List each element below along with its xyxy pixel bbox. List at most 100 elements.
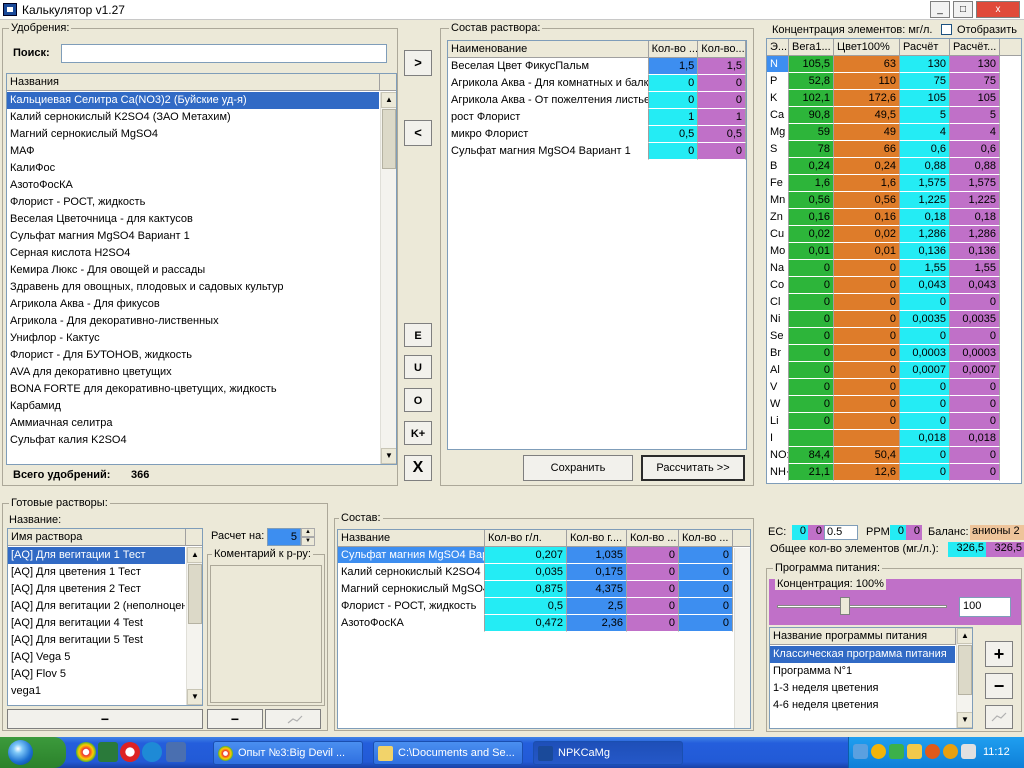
comment-textarea[interactable]	[210, 565, 322, 703]
table-row[interactable]: Mg 59 49 4 4	[767, 124, 1021, 141]
concentration-table-header[interactable]: Э... Вега1... Цвет100% Расчёт Расчёт...	[767, 39, 1021, 56]
button-o[interactable]: O	[404, 388, 432, 412]
remove-ready-solution-button[interactable]: −	[7, 709, 203, 729]
list-item[interactable]: Веселая Цветочница - для кактусов	[7, 211, 379, 228]
conc-cell-element[interactable]: Na	[767, 260, 789, 277]
conc-cell-flower[interactable]: 50,4	[834, 447, 900, 464]
comp-cell-q3[interactable]: 0	[627, 598, 679, 615]
table-row[interactable]: Cl 0 0 0 0	[767, 294, 1021, 311]
conc-cell-calc[interactable]: 0,0003	[900, 345, 950, 362]
conc-cell-calc2[interactable]: 0	[950, 294, 1000, 311]
table-row[interactable]: Li 0 0 0 0	[767, 413, 1021, 430]
conc-cell-vega[interactable]: 0	[789, 345, 834, 362]
conc-cell-vega[interactable]: 0,02	[789, 226, 834, 243]
conc-cell-calc[interactable]: 0,043	[900, 277, 950, 294]
opera-icon[interactable]	[120, 742, 140, 762]
conc-cell-flower[interactable]: 0	[834, 362, 900, 379]
conc-cell-element[interactable]: Se	[767, 328, 789, 345]
table-row[interactable]: B 0,24 0,24 0,88 0,88	[767, 158, 1021, 175]
conc-cell-calc[interactable]: 0	[900, 413, 950, 430]
list-item[interactable]: [AQ] Для вегитации 2 (неполноцен	[8, 598, 185, 615]
comp-cell-name[interactable]: АзотоФосКА	[338, 615, 485, 632]
calculate-button[interactable]: Рассчитать >>	[641, 455, 745, 481]
table-row[interactable]: Флорист - РОСТ, жидкость 0,5 2,5 0 0	[338, 598, 750, 615]
conc-cell-element[interactable]: W	[767, 396, 789, 413]
solution-col-qty2[interactable]: Кол-во...	[698, 41, 746, 57]
conc-col-calc[interactable]: Расчёт	[900, 39, 950, 55]
conc-cell-calc[interactable]: 1,575	[900, 175, 950, 192]
list-item[interactable]: Агрикола - Для декоративно-лиственных	[7, 313, 379, 330]
scroll-down-arrow-icon[interactable]: ▼	[381, 448, 396, 464]
conc-cell-vega[interactable]: 21,1	[789, 464, 834, 481]
solution-cell-name[interactable]: микро Флорист	[448, 126, 649, 143]
conc-cell-element[interactable]: Fe	[767, 175, 789, 192]
conc-cell-flower[interactable]: 0	[834, 413, 900, 430]
conc-cell-vega[interactable]: 0	[789, 311, 834, 328]
conc-cell-vega[interactable]: 0	[789, 379, 834, 396]
list-item[interactable]: Сульфат калия K2SO4	[7, 432, 379, 449]
conc-cell-calc[interactable]: 1,286	[900, 226, 950, 243]
fertilizer-list-header-name[interactable]: Названия	[7, 74, 380, 90]
conc-cell-element[interactable]: NO:	[767, 447, 789, 464]
conc-cell-calc2[interactable]: 4	[950, 124, 1000, 141]
composition-scrollbar[interactable]	[734, 548, 750, 728]
scroll-thumb[interactable]	[382, 109, 396, 169]
conc-cell-calc[interactable]: 5	[900, 107, 950, 124]
solution-cell-qty2[interactable]: 0	[698, 143, 746, 160]
ready-solutions-list[interactable]: Имя раствора [AQ] Для вегитации 1 Тест [A…	[7, 528, 203, 706]
task-npkcamg[interactable]: NPKCaMg	[533, 741, 683, 765]
scroll-up-arrow-icon[interactable]: ▲	[957, 628, 972, 644]
table-row[interactable]: K 102,1 172,6 105 105	[767, 90, 1021, 107]
program-list-header-name[interactable]: Название программы питания	[770, 628, 956, 644]
list-item[interactable]: Серная кислота H2SO4	[7, 245, 379, 262]
comp-col-q4[interactable]: Кол-во ...	[679, 530, 733, 546]
comp-cell-name[interactable]: Флорист - РОСТ, жидкость	[338, 598, 485, 615]
conc-cell-vega[interactable]: 102,1	[789, 90, 834, 107]
spinner-down-icon[interactable]: ▼	[301, 537, 315, 546]
table-row[interactable]: Na 0 0 1,55 1,55	[767, 260, 1021, 277]
tray-app-icon[interactable]	[871, 744, 886, 759]
conc-cell-element[interactable]: Zn	[767, 209, 789, 226]
conc-cell-flower[interactable]	[834, 430, 900, 447]
conc-cell-calc[interactable]: 75	[900, 73, 950, 90]
scroll-up-arrow-icon[interactable]: ▲	[187, 547, 202, 563]
conc-col-vega[interactable]: Вега1...	[789, 39, 834, 55]
conc-cell-flower[interactable]: 0,01	[834, 243, 900, 260]
table-row[interactable]: Агрикола Аква - Для комнатных и балк 0 0	[448, 75, 746, 92]
solution-cell-qty2[interactable]: 1,5	[698, 58, 746, 75]
close-button[interactable]: x	[976, 1, 1020, 18]
fertilizer-list-scrollbar[interactable]: ▲ ▼	[380, 92, 396, 464]
conc-cell-flower[interactable]: 0	[834, 311, 900, 328]
conc-cell-flower[interactable]: 49	[834, 124, 900, 141]
comp-cell-gl[interactable]: 0,472	[485, 615, 567, 632]
list-item[interactable]: Калий сернокислый K2SO4 (ЗАО Метахим)	[7, 109, 379, 126]
conc-cell-element[interactable]: B	[767, 158, 789, 175]
conc-col-calc2[interactable]: Расчёт...	[950, 39, 1000, 55]
conc-cell-element[interactable]: NH·	[767, 464, 789, 481]
comp-cell-q4[interactable]: 0	[679, 581, 733, 598]
conc-cell-element[interactable]: S	[767, 141, 789, 158]
conc-cell-calc2[interactable]: 0,0035	[950, 311, 1000, 328]
conc-cell-calc2[interactable]: 1,225	[950, 192, 1000, 209]
network-icon[interactable]	[853, 744, 868, 759]
conc-cell-vega[interactable]: 0	[789, 413, 834, 430]
solution-cell-qty2[interactable]: 0	[698, 92, 746, 109]
table-row[interactable]: W0000	[767, 396, 1021, 413]
solution-cell-name[interactable]: рост Флорист	[448, 109, 649, 126]
comp-cell-g[interactable]: 2,36	[567, 615, 627, 632]
table-row[interactable]: P 52,8 110 75 75	[767, 73, 1021, 90]
conc-cell-flower[interactable]: 0	[834, 345, 900, 362]
list-item[interactable]: МАФ	[7, 143, 379, 160]
conc-cell-element[interactable]: K	[767, 90, 789, 107]
conc-cell-vega[interactable]: 0,24	[789, 158, 834, 175]
table-row[interactable]: N 105,5 63 130 130	[767, 56, 1021, 73]
solution-cell-qty1[interactable]: 0,5	[648, 126, 699, 143]
button-u[interactable]: U	[404, 355, 432, 379]
conc-cell-vega[interactable]: 0	[789, 260, 834, 277]
ready-list-header-name[interactable]: Имя раствора	[8, 529, 186, 545]
conc-cell-flower[interactable]: 110	[834, 73, 900, 90]
scroll-up-arrow-icon[interactable]: ▲	[381, 92, 396, 108]
solution-cell-name[interactable]: Сульфат магния MgSO4 Вариант 1	[448, 143, 649, 160]
fertilizer-list-header[interactable]: Названия	[7, 74, 396, 91]
clock[interactable]: 11:12	[983, 746, 1010, 758]
